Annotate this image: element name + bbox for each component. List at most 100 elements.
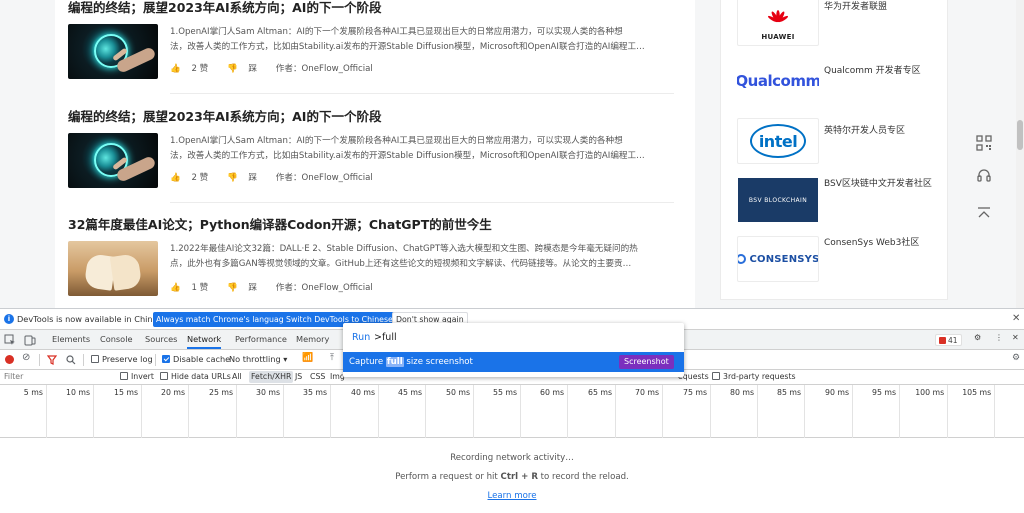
filter-all[interactable]: All xyxy=(232,372,242,381)
network-settings-gear-icon[interactable]: ⚙ xyxy=(1012,353,1020,363)
timeline-tick-label: 25 ms xyxy=(209,388,234,397)
filter-icon[interactable] xyxy=(47,355,57,365)
partner-name[interactable]: 英特尔开发人员专区 xyxy=(824,124,942,138)
customer-service-button[interactable] xyxy=(966,161,1002,191)
clear-icon[interactable]: ⊘ xyxy=(22,352,30,363)
partner-item-intel[interactable]: intel 英特尔开发人员专区 xyxy=(737,118,943,166)
timeline-tick-label: 85 ms xyxy=(777,388,802,397)
preserve-log-checkbox[interactable]: Preserve log xyxy=(91,354,153,364)
network-timeline-overview[interactable]: 5 ms 10 ms 15 ms 20 ms 25 ms 30 ms 35 ms 40 ms 4… xyxy=(0,385,1024,438)
thumb-down-icon: 👎 xyxy=(226,283,238,293)
huawei-logo[interactable]: HUAWEI xyxy=(737,0,819,46)
timeline-tick-label: 80 ms xyxy=(730,388,755,397)
partner-name[interactable]: 华为开发者联盟 xyxy=(824,0,942,14)
article-title[interactable]: 编程的终结；展望2023年AI系统方向；AI的下一个阶段 xyxy=(68,109,674,125)
command-input[interactable]: Run >full xyxy=(343,323,684,351)
record-button[interactable] xyxy=(5,355,14,364)
settings-gear-icon[interactable]: ⚙ xyxy=(974,333,981,342)
article-author[interactable]: 作者：OneFlow_Official xyxy=(276,171,373,185)
browser-viewport: 编程的终结；展望2023年AI系统方向；AI的下一个阶段 1.OpenAI掌门人… xyxy=(0,0,1024,513)
dislike-button[interactable]: 👎 踩 xyxy=(227,62,265,76)
reload-hint: Perform a request or hit Ctrl + R to rec… xyxy=(395,472,629,482)
qrcode-button[interactable] xyxy=(966,128,1002,158)
bsv-logo[interactable]: BSV BLOCKCHAIN xyxy=(737,177,819,223)
more-options-icon[interactable]: ⋮ xyxy=(995,333,1003,342)
article-author[interactable]: 作者：OneFlow_Official xyxy=(276,62,373,76)
match-language-button[interactable]: Always match Chrome's language xyxy=(153,312,292,327)
article-thumbnail[interactable] xyxy=(68,24,158,79)
partner-name[interactable]: Qualcomm 开发者专区 xyxy=(824,64,942,78)
partner-item-consensys[interactable]: CONSENSYS ConsenSys Web3社区 xyxy=(737,236,943,284)
dislike-button[interactable]: 👎 踩 xyxy=(227,281,265,295)
timeline-gridline xyxy=(615,385,616,438)
hide-data-urls-checkbox[interactable]: Hide data URLs xyxy=(160,372,231,381)
qualcomm-logo[interactable]: Qualcomm xyxy=(737,58,819,104)
article-meta: 👍 1 赞 👎 踩 作者：OneFlow_Official xyxy=(170,281,674,295)
filter-js[interactable]: JS xyxy=(295,372,302,381)
tab-sources[interactable]: Sources xyxy=(145,330,177,349)
timeline-tick-label: 50 ms xyxy=(446,388,471,397)
thumb-up-icon: 👍 xyxy=(170,64,181,74)
article-thumbnail[interactable] xyxy=(68,133,158,188)
screenshot-category-badge: Screenshot xyxy=(619,355,674,369)
third-party-checkbox[interactable]: 3rd-party requests xyxy=(712,372,796,381)
command-text[interactable]: >full xyxy=(374,332,397,343)
thumb-up-icon: 👍 xyxy=(170,283,181,293)
filter-input[interactable]: Filter xyxy=(4,372,23,381)
article-title[interactable]: 编程的终结；展望2023年AI系统方向；AI的下一个阶段 xyxy=(68,0,674,16)
page-scrollbar[interactable] xyxy=(1016,0,1024,308)
filter-css[interactable]: CSS xyxy=(310,372,325,381)
dislike-button[interactable]: 👎 踩 xyxy=(227,171,265,185)
chevron-down-icon: ▾ xyxy=(283,354,288,364)
issues-badge[interactable]: 41 xyxy=(935,334,962,346)
timeline-gridline xyxy=(141,385,142,438)
scrollbar-thumb[interactable] xyxy=(1017,120,1023,150)
divider xyxy=(170,93,674,94)
article-item[interactable]: 编程的终结；展望2023年AI系统方向；AI的下一个阶段 1.OpenAI掌门人… xyxy=(68,0,674,94)
article-thumbnail[interactable] xyxy=(68,241,158,296)
partner-item-huawei[interactable]: HUAWEI 华为开发者联盟 xyxy=(737,0,943,48)
timeline-gridline xyxy=(852,385,853,438)
timeline-tick-label: 10 ms xyxy=(66,388,91,397)
article-author[interactable]: 作者：OneFlow_Official xyxy=(276,281,373,295)
consensys-logo[interactable]: CONSENSYS xyxy=(737,236,819,282)
throttling-select[interactable]: No throttling ▾ xyxy=(229,354,287,364)
import-har-icon[interactable]: ⤒ xyxy=(330,353,334,363)
tab-console[interactable]: Console xyxy=(100,330,133,349)
like-button[interactable]: 👍 1 赞 xyxy=(170,281,216,295)
timeline-tick-label: 100 ms xyxy=(915,388,945,397)
tab-memory[interactable]: Memory xyxy=(296,330,329,349)
intel-logo[interactable]: intel xyxy=(737,118,819,164)
divider xyxy=(155,354,156,366)
close-devtools-icon[interactable]: ✕ xyxy=(1012,333,1019,342)
article-item[interactable]: 32篇年度最佳AI论文；Python编译器Codon开源；ChatGPT的前世今… xyxy=(68,217,674,296)
timeline-gridline xyxy=(473,385,474,438)
command-menu: Run >full Capture full size screenshot S… xyxy=(343,323,684,377)
partner-name[interactable]: BSV区块链中文开发者社区 xyxy=(824,177,942,191)
filter-fetch-xhr[interactable]: Fetch/XHR xyxy=(249,371,294,383)
partner-item-bsv[interactable]: BSV BLOCKCHAIN BSV区块链中文开发者社区 xyxy=(737,177,943,225)
invert-checkbox[interactable]: Invert xyxy=(120,372,154,381)
learn-more-link[interactable]: Learn more xyxy=(0,491,1024,501)
article-title[interactable]: 32篇年度最佳AI论文；Python编译器Codon开源；ChatGPT的前世今… xyxy=(68,217,674,233)
search-icon[interactable] xyxy=(66,355,76,365)
timeline-tick-label: 65 ms xyxy=(588,388,613,397)
tab-performance[interactable]: Performance xyxy=(235,330,287,349)
divider xyxy=(170,202,674,203)
recording-message: Recording network activity… xyxy=(450,453,574,463)
partner-name[interactable]: ConsenSys Web3社区 xyxy=(824,236,942,250)
partner-item-qualcomm[interactable]: Qualcomm Qualcomm 开发者专区 xyxy=(737,58,943,106)
article-meta: 👍 2 赞 👎 踩 作者：OneFlow_Official xyxy=(170,171,674,185)
tab-network[interactable]: Network xyxy=(187,330,222,349)
article-item[interactable]: 编程的终结；展望2023年AI系统方向；AI的下一个阶段 1.OpenAI掌门人… xyxy=(68,109,674,203)
device-toolbar-icon[interactable] xyxy=(24,334,36,346)
tab-elements[interactable]: Elements xyxy=(52,330,90,349)
inspect-element-icon[interactable] xyxy=(4,334,16,346)
like-button[interactable]: 👍 2 赞 xyxy=(170,171,216,185)
close-icon[interactable]: ✕ xyxy=(1012,313,1020,324)
command-result-capture-full-screenshot[interactable]: Capture full size screenshot Screenshot xyxy=(343,352,684,372)
network-conditions-icon[interactable]: 📶 xyxy=(302,353,313,363)
disable-cache-checkbox[interactable]: Disable cache xyxy=(162,354,230,364)
like-button[interactable]: 👍 2 赞 xyxy=(170,62,216,76)
back-to-top-button[interactable] xyxy=(966,198,1002,228)
